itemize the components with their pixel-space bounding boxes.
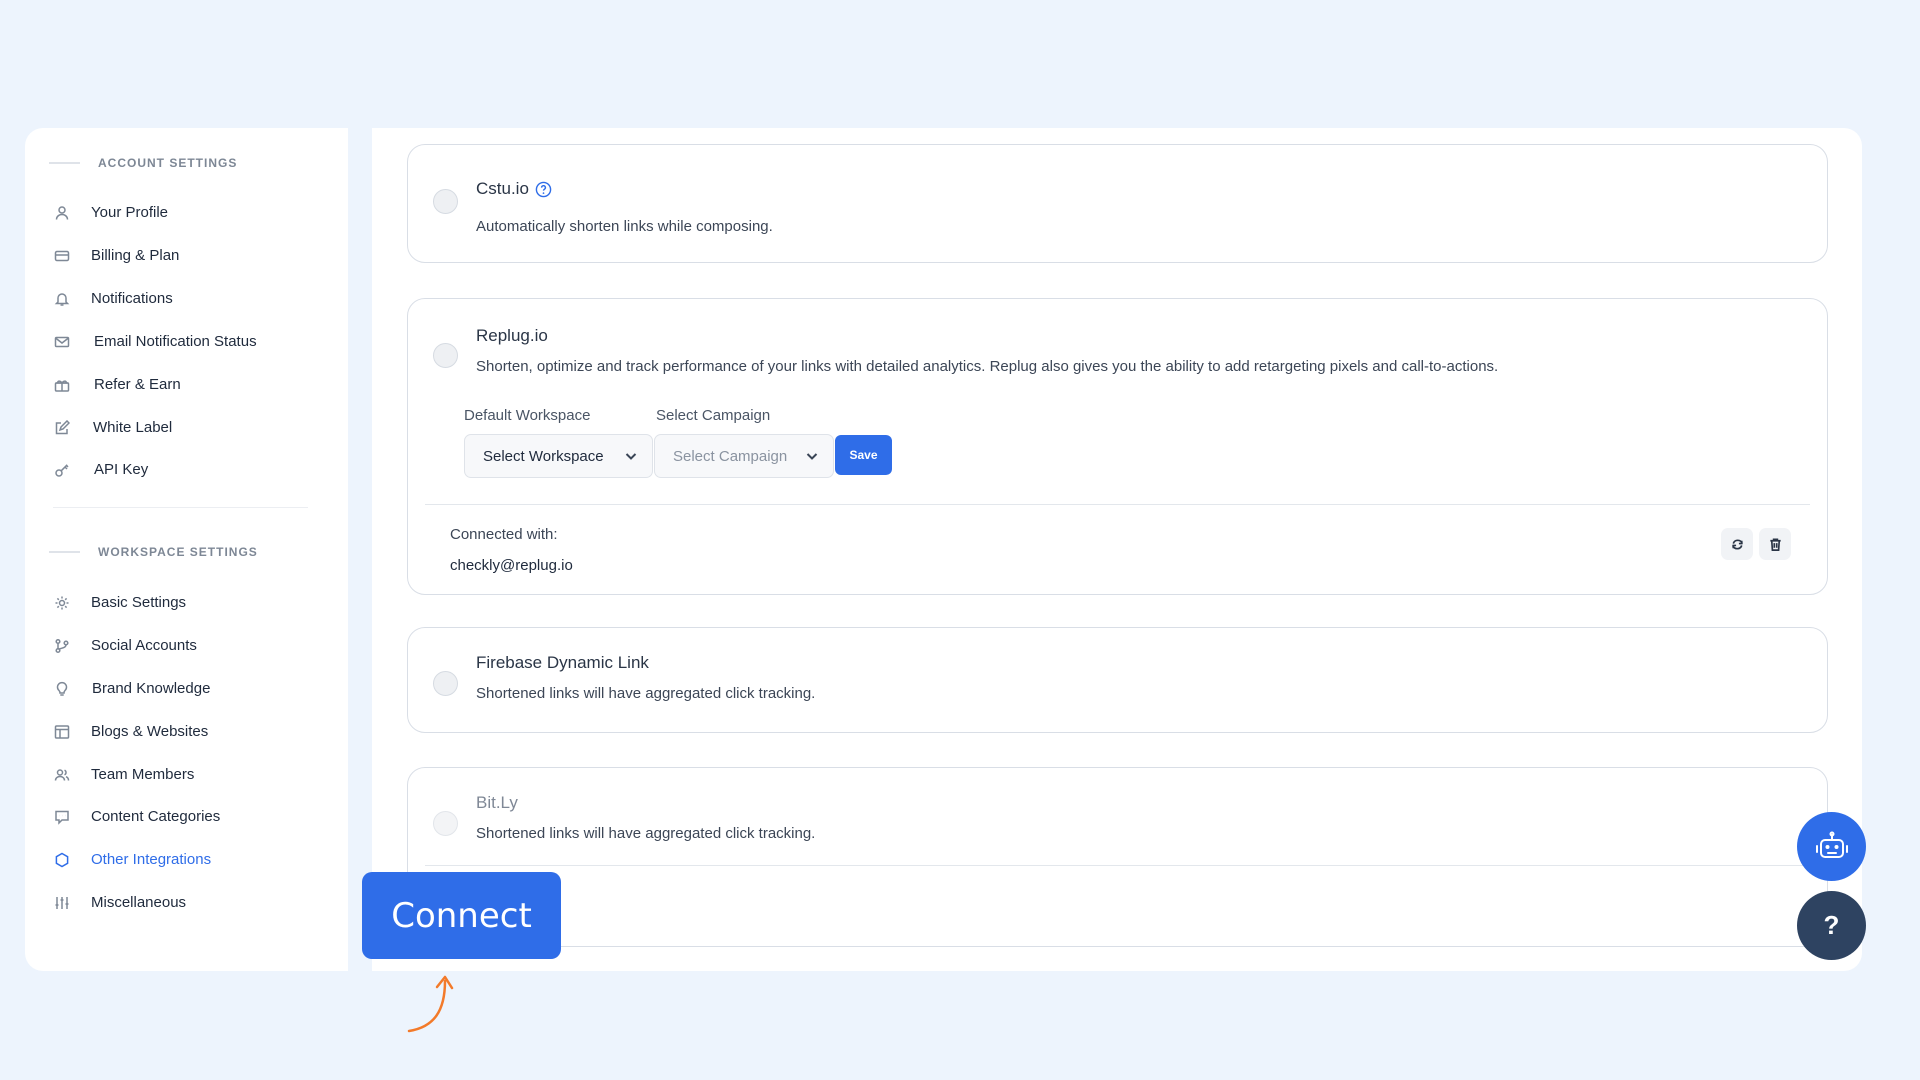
select-campaign-label: Select Campaign <box>656 407 771 424</box>
cstu-integration-card: Cstu.io Automatically shorten links whil… <box>407 144 1828 263</box>
cstu-title-text: Cstu.io <box>476 179 529 198</box>
workspace-settings-heading-label: WORKSPACE SETTINGS <box>98 545 258 559</box>
share-icon <box>54 638 70 654</box>
refresh-icon <box>1731 539 1743 549</box>
chevron-down-icon <box>805 449 819 463</box>
connected-email: checkly@replug.io <box>450 557 573 574</box>
connected-with-label: Connected with: <box>450 526 558 543</box>
sidebar-item-label: Your Profile <box>91 204 168 221</box>
sidebar-item-white-label[interactable]: White Label <box>54 419 172 436</box>
replug-integration-card: Replug.io Shorten, optimize and track pe… <box>407 298 1828 595</box>
chevron-down-icon <box>624 449 638 463</box>
delete-button[interactable] <box>1759 528 1791 560</box>
robot-icon <box>1815 831 1848 858</box>
cstu-radio[interactable] <box>433 189 458 214</box>
sidebar-item-content-categories[interactable]: Content Categories <box>54 808 220 825</box>
bitly-description: Shortened links will have aggregated cli… <box>476 825 816 842</box>
replug-radio[interactable] <box>433 343 458 368</box>
sidebar-item-label: Notifications <box>91 290 173 307</box>
sidebar-item-miscellaneous[interactable]: Miscellaneous <box>54 894 186 911</box>
workspace-select-value: Select Workspace <box>483 447 604 465</box>
save-button[interactable]: Save <box>835 435 892 475</box>
sidebar-divider <box>53 507 308 508</box>
hexagon-icon <box>54 852 70 868</box>
sidebar-item-your-profile[interactable]: Your Profile <box>54 204 168 221</box>
reconnect-button[interactable] <box>1721 528 1753 560</box>
pointer-arrow-icon <box>407 975 454 1033</box>
sidebar-item-blogs-websites[interactable]: Blogs & Websites <box>54 723 208 740</box>
key-icon <box>54 462 70 478</box>
users-icon <box>54 767 70 783</box>
card-divider <box>425 865 1810 866</box>
bell-icon <box>54 291 70 307</box>
sidebar-item-label: Email Notification Status <box>94 333 257 350</box>
edit-icon <box>54 419 70 436</box>
sidebar-item-social-accounts[interactable]: Social Accounts <box>54 637 197 654</box>
sidebar-item-billing[interactable]: Billing & Plan <box>54 247 179 264</box>
firebase-description: Shortened links will have aggregated cli… <box>476 685 816 702</box>
sidebar-item-label: Other Integrations <box>91 851 212 868</box>
bitly-integration-card: Bit.Ly Shortened links will have aggrega… <box>407 767 1828 947</box>
integrations-panel: Cstu.io Automatically shorten links whil… <box>372 128 1862 971</box>
sidebar-item-notifications[interactable]: Notifications <box>54 290 173 307</box>
sliders-icon <box>54 895 70 911</box>
chatbot-button[interactable] <box>1797 812 1866 881</box>
help-button[interactable]: ? <box>1797 891 1866 960</box>
campaign-select-value: Select Campaign <box>673 447 788 465</box>
card-divider <box>425 504 1810 505</box>
account-settings-heading-label: ACCOUNT SETTINGS <box>98 156 238 170</box>
sidebar-item-api-key[interactable]: API Key <box>54 461 148 478</box>
firebase-title-text: Firebase Dynamic Link <box>476 653 649 672</box>
sidebar-item-label: Content Categories <box>91 808 221 825</box>
sidebar-item-label: Social Accounts <box>91 637 197 654</box>
cstu-title: Cstu.io <box>476 179 552 199</box>
replug-title: Replug.io <box>476 326 548 346</box>
sidebar-item-label: Refer & Earn <box>94 376 181 393</box>
gift-icon <box>54 377 70 393</box>
heading-dash <box>49 162 80 164</box>
default-workspace-label: Default Workspace <box>464 407 591 424</box>
account-settings-heading: ACCOUNT SETTINGS <box>49 156 237 170</box>
lightbulb-icon <box>54 681 70 697</box>
campaign-select[interactable]: Select Campaign <box>654 434 834 478</box>
sidebar-item-other-integrations[interactable]: Other Integrations <box>54 851 211 868</box>
sidebar-item-email-notification-status[interactable]: Email Notification Status <box>54 333 257 350</box>
sidebar-item-basic-settings[interactable]: Basic Settings <box>54 594 186 611</box>
layout-icon <box>54 724 70 740</box>
sidebar-item-label: White Label <box>93 419 173 436</box>
heading-dash <box>49 551 80 553</box>
credit-card-icon <box>54 248 70 264</box>
sidebar-item-brand-knowledge[interactable]: Brand Knowledge <box>54 680 210 697</box>
sidebar-item-label: API Key <box>94 461 149 478</box>
sidebar-item-label: Miscellaneous <box>91 894 187 911</box>
workspace-settings-heading: WORKSPACE SETTINGS <box>49 545 258 559</box>
replug-title-text: Replug.io <box>476 326 548 345</box>
sidebar-item-label: Blogs & Websites <box>91 723 209 740</box>
sidebar-item-label: Team Members <box>91 766 195 783</box>
bitly-title-text: Bit.Ly <box>476 793 518 812</box>
sidebar-item-label: Brand Knowledge <box>92 680 211 697</box>
chat-icon <box>54 809 70 825</box>
connect-button[interactable]: Connect <box>362 872 561 959</box>
sidebar-item-team-members[interactable]: Team Members <box>54 766 194 783</box>
mail-icon <box>54 334 70 350</box>
firebase-radio[interactable] <box>433 671 458 696</box>
trash-icon <box>1769 538 1781 551</box>
sidebar-item-refer-earn[interactable]: Refer & Earn <box>54 376 181 393</box>
settings-sidebar: ACCOUNT SETTINGS Your Profile Billing & … <box>25 128 348 971</box>
firebase-integration-card: Firebase Dynamic Link Shortened links wi… <box>407 627 1828 733</box>
cstu-description: Automatically shorten links while compos… <box>476 218 773 235</box>
bitly-radio[interactable] <box>433 811 458 836</box>
gear-icon <box>54 595 70 611</box>
replug-description: Shorten, optimize and track performance … <box>476 358 1499 375</box>
sidebar-item-label: Basic Settings <box>91 594 187 611</box>
bitly-title: Bit.Ly <box>476 793 518 813</box>
help-circle-icon[interactable] <box>535 181 552 198</box>
user-icon <box>54 205 70 221</box>
workspace-select[interactable]: Select Workspace <box>464 434 653 478</box>
firebase-title: Firebase Dynamic Link <box>476 653 649 673</box>
sidebar-item-label: Billing & Plan <box>91 247 180 264</box>
